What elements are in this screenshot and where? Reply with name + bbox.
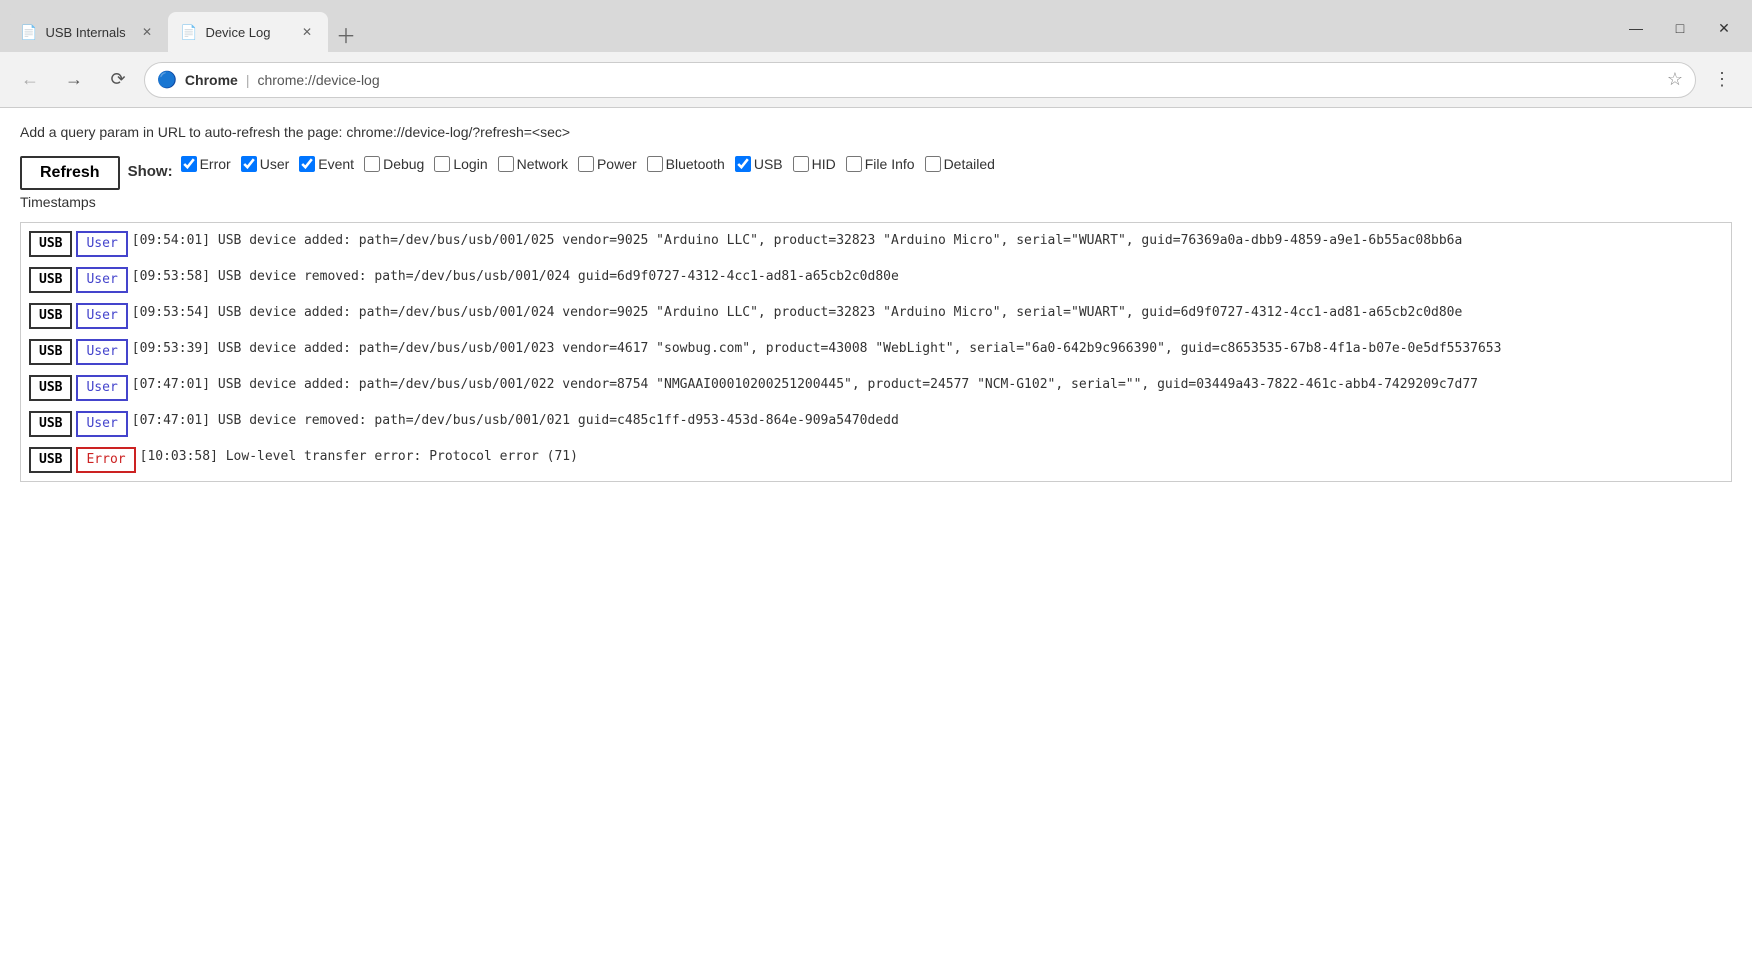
checkbox-item-detailed[interactable]: Detailed <box>925 156 995 172</box>
checkbox-error-label: Error <box>200 156 231 172</box>
log-message: [09:53:54] USB device added: path=/dev/b… <box>132 303 1723 323</box>
log-message: [07:47:01] USB device removed: path=/dev… <box>132 411 1723 431</box>
checkbox-group: Error User Event Debug Login <box>181 156 1003 172</box>
checkbox-login-label: Login <box>453 156 487 172</box>
new-tab-button[interactable]: ＋ <box>328 16 364 52</box>
checkbox-item-network[interactable]: Network <box>498 156 568 172</box>
checkbox-fileinfo[interactable] <box>846 156 862 172</box>
tab-usb-internals-close[interactable]: ✕ <box>138 23 156 41</box>
checkbox-item-login[interactable]: Login <box>434 156 487 172</box>
log-entry: USB User [09:53:39] USB device added: pa… <box>29 339 1723 365</box>
tag-user: User <box>76 411 127 437</box>
log-entry: USB User [07:47:01] USB device removed: … <box>29 411 1723 437</box>
tag-error: Error <box>76 447 135 473</box>
back-button[interactable]: ← <box>12 62 48 98</box>
checkbox-power-label: Power <box>597 156 637 172</box>
checkbox-error[interactable] <box>181 156 197 172</box>
log-entry: USB User [09:53:58] USB device removed: … <box>29 267 1723 293</box>
checkbox-bluetooth-label: Bluetooth <box>666 156 725 172</box>
tab-device-log[interactable]: 📄 Device Log ✕ <box>168 12 328 52</box>
bookmark-star-icon[interactable]: ☆ <box>1667 69 1683 90</box>
checkbox-item-hid[interactable]: HID <box>793 156 836 172</box>
checkbox-item-power[interactable]: Power <box>578 156 637 172</box>
tag-usb: USB <box>29 447 72 473</box>
window-frame: 📄 USB Internals ✕ 📄 Device Log ✕ ＋ — □ ✕… <box>0 0 1752 968</box>
checkbox-event-label: Event <box>318 156 354 172</box>
tag-usb: USB <box>29 231 72 257</box>
log-message: [07:47:01] USB device added: path=/dev/b… <box>132 375 1723 395</box>
log-message: [09:53:58] USB device removed: path=/dev… <box>132 267 1723 287</box>
checkbox-fileinfo-label: File Info <box>865 156 915 172</box>
show-label: Show: <box>128 156 173 188</box>
minimize-button[interactable]: — <box>1616 12 1656 44</box>
log-message: [09:53:39] USB device added: path=/dev/b… <box>132 339 1723 359</box>
tab-usb-internals-label: USB Internals <box>45 25 125 40</box>
tag-usb: USB <box>29 411 72 437</box>
tag-user: User <box>76 231 127 257</box>
checkbox-user-label: User <box>260 156 290 172</box>
checkbox-network-label: Network <box>517 156 568 172</box>
tag-user: User <box>76 375 127 401</box>
tab-device-log-label: Device Log <box>205 25 270 40</box>
hint-text: Add a query param in URL to auto-refresh… <box>20 124 1732 140</box>
page-content: Add a query param in URL to auto-refresh… <box>0 108 1752 968</box>
window-controls: — □ ✕ <box>1616 12 1744 52</box>
checkbox-hid-label: HID <box>812 156 836 172</box>
log-area: USB User [09:54:01] USB device added: pa… <box>20 222 1732 482</box>
browser-toolbar: ← → ⟳ 🔵 Chrome | chrome://device-log ☆ ⋮ <box>0 52 1752 108</box>
checkbox-item-fileinfo[interactable]: File Info <box>846 156 915 172</box>
checkbox-item-error[interactable]: Error <box>181 156 231 172</box>
tab-usb-internals[interactable]: 📄 USB Internals ✕ <box>8 12 168 52</box>
log-entry: USB User [09:53:54] USB device added: pa… <box>29 303 1723 329</box>
log-message: [10:03:58] Low-level transfer error: Pro… <box>140 447 1723 467</box>
tag-user: User <box>76 267 127 293</box>
tag-user: User <box>76 339 127 365</box>
checkbox-debug[interactable] <box>364 156 380 172</box>
omnibox-url: chrome://device-log <box>257 72 379 88</box>
maximize-button[interactable]: □ <box>1660 12 1700 44</box>
tab-icon-device-log: 📄 <box>180 24 197 41</box>
tag-usb: USB <box>29 375 72 401</box>
checkbox-item-bluetooth[interactable]: Bluetooth <box>647 156 725 172</box>
checkbox-power[interactable] <box>578 156 594 172</box>
reload-button[interactable]: ⟳ <box>100 62 136 98</box>
omnibox[interactable]: 🔵 Chrome | chrome://device-log ☆ <box>144 62 1696 98</box>
checkbox-item-user[interactable]: User <box>241 156 290 172</box>
checkbox-detailed[interactable] <box>925 156 941 172</box>
log-entry: USB Error [10:03:58] Low-level transfer … <box>29 447 1723 473</box>
forward-button[interactable]: → <box>56 62 92 98</box>
log-entry: USB User [07:47:01] USB device added: pa… <box>29 375 1723 401</box>
tag-usb: USB <box>29 303 72 329</box>
checkbox-debug-label: Debug <box>383 156 424 172</box>
refresh-button[interactable]: Refresh <box>20 156 120 190</box>
checkbox-item-usb[interactable]: USB <box>735 156 783 172</box>
checkbox-detailed-label: Detailed <box>944 156 995 172</box>
close-button[interactable]: ✕ <box>1704 12 1744 44</box>
omnibox-security-icon: 🔵 <box>157 70 177 90</box>
title-bar: 📄 USB Internals ✕ 📄 Device Log ✕ ＋ — □ ✕ <box>0 0 1752 52</box>
checkbox-hid[interactable] <box>793 156 809 172</box>
checkbox-user[interactable] <box>241 156 257 172</box>
checkbox-usb[interactable] <box>735 156 751 172</box>
omnibox-site-name: Chrome <box>185 72 238 88</box>
checkbox-bluetooth[interactable] <box>647 156 663 172</box>
checkbox-usb-label: USB <box>754 156 783 172</box>
log-message: [09:54:01] USB device added: path=/dev/b… <box>132 231 1723 251</box>
controls-bar: Refresh Show: Error User Event Debug <box>20 156 1732 190</box>
timestamps-label: Timestamps <box>20 194 1732 210</box>
tab-device-log-close[interactable]: ✕ <box>298 23 316 41</box>
tag-usb: USB <box>29 339 72 365</box>
tag-usb: USB <box>29 267 72 293</box>
tab-icon-usb-internals: 📄 <box>20 24 37 41</box>
checkbox-network[interactable] <box>498 156 514 172</box>
log-entry: USB User [09:54:01] USB device added: pa… <box>29 231 1723 257</box>
checkbox-event[interactable] <box>299 156 315 172</box>
tag-user: User <box>76 303 127 329</box>
omnibox-separator: | <box>246 72 250 88</box>
checkbox-item-debug[interactable]: Debug <box>364 156 424 172</box>
checkbox-item-event[interactable]: Event <box>299 156 354 172</box>
checkbox-login[interactable] <box>434 156 450 172</box>
chrome-menu-button[interactable]: ⋮ <box>1704 62 1740 98</box>
